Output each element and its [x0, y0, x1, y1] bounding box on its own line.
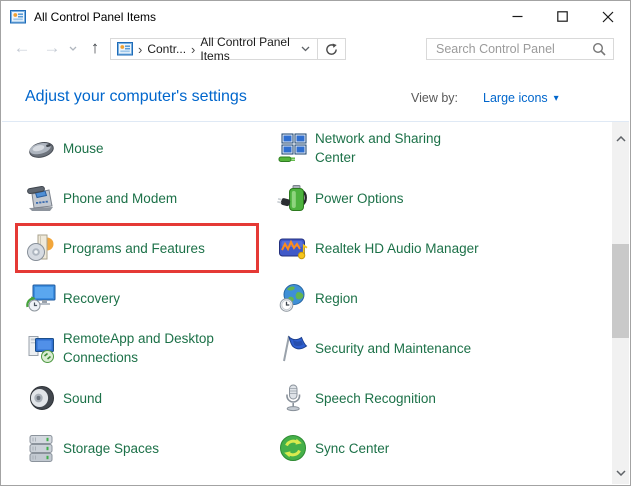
- programs-and-features-icon: [25, 232, 57, 264]
- item-label: Power Options: [315, 190, 404, 206]
- navigation-toolbar: ← → ↑ › Contr... › All Control Panel Ite…: [1, 33, 630, 63]
- maximize-button[interactable]: [540, 1, 585, 32]
- titlebar: All Control Panel Items: [1, 1, 630, 32]
- breadcrumb-segment-all-items[interactable]: All Control Panel Items: [200, 35, 294, 63]
- sound-icon: [25, 382, 57, 414]
- chevron-down-icon[interactable]: ▾: [554, 93, 559, 104]
- maximize-icon: [557, 11, 568, 22]
- item-region[interactable]: Region: [277, 273, 607, 323]
- view-by-control: View by: Large icons ▾: [411, 91, 559, 105]
- search-box: [426, 38, 614, 60]
- power-options-icon: [277, 182, 309, 214]
- chevron-down-icon: [301, 46, 310, 52]
- breadcrumb-separator: ›: [191, 41, 196, 57]
- network-sharing-icon: [277, 132, 309, 164]
- page-header: Adjust your computer's settings View by:…: [1, 81, 630, 119]
- control-panel-icon: [10, 9, 26, 25]
- item-recovery[interactable]: Recovery: [25, 273, 260, 323]
- mouse-icon: [25, 132, 57, 164]
- address-dropdown-button[interactable]: [294, 46, 317, 52]
- region-icon: [277, 282, 309, 314]
- item-label: Security and Maintenance: [315, 340, 472, 356]
- item-storage-spaces[interactable]: Storage Spaces: [25, 423, 260, 473]
- breadcrumb-segment-control-panel[interactable]: Contr...: [147, 42, 186, 56]
- vertical-scrollbar[interactable]: [612, 122, 629, 484]
- breadcrumb-separator: ›: [138, 41, 143, 57]
- item-label: Region: [315, 290, 358, 306]
- item-phone-and-modem[interactable]: Phone and Modem: [25, 173, 260, 223]
- remoteapp-icon: [25, 332, 57, 364]
- storage-spaces-icon: [25, 432, 57, 464]
- item-power-options[interactable]: Power Options: [277, 173, 607, 223]
- scrollbar-thumb[interactable]: [612, 244, 629, 338]
- close-button[interactable]: [585, 1, 630, 32]
- chevron-up-icon: [615, 135, 626, 142]
- realtek-audio-icon: [277, 232, 309, 264]
- scroll-up-button[interactable]: [612, 130, 629, 147]
- sync-center-icon: [277, 432, 309, 464]
- security-maintenance-icon: [277, 332, 309, 364]
- scroll-down-button[interactable]: [612, 464, 629, 481]
- item-security-and-maintenance[interactable]: Security and Maintenance: [277, 323, 607, 373]
- control-panel-window: All Control Panel Items ← → ↑ › Contr...…: [0, 0, 631, 486]
- item-label: Recovery: [63, 290, 121, 306]
- item-sync-center[interactable]: Sync Center: [277, 423, 607, 473]
- up-button[interactable]: ↑: [83, 33, 107, 63]
- recovery-icon: [25, 282, 57, 314]
- address-bar-group: › Contr... › All Control Panel Items: [110, 35, 346, 63]
- speech-recognition-icon: [277, 382, 309, 414]
- minimize-icon: [512, 15, 523, 18]
- item-label: Storage Spaces: [63, 440, 160, 456]
- search-input[interactable]: [427, 39, 596, 59]
- item-label: Network and Sharing Center: [315, 131, 442, 165]
- search-icon[interactable]: [592, 42, 606, 61]
- refresh-button[interactable]: [318, 38, 346, 60]
- address-bar[interactable]: › Contr... › All Control Panel Items: [110, 35, 318, 63]
- recent-pages-dropdown[interactable]: [65, 33, 81, 63]
- forward-button[interactable]: →: [41, 33, 63, 63]
- item-label: Speech Recognition: [315, 390, 436, 406]
- item-programs-and-features[interactable]: Programs and Features: [25, 223, 260, 273]
- view-by-label: View by:: [411, 91, 459, 105]
- refresh-icon: [326, 42, 337, 55]
- item-label: Realtek HD Audio Manager: [315, 240, 479, 256]
- window-controls: [495, 1, 630, 32]
- item-label: Programs and Features: [63, 240, 205, 256]
- chevron-down-icon: [69, 46, 77, 51]
- back-button[interactable]: ←: [11, 33, 33, 63]
- minimize-button[interactable]: [495, 1, 540, 32]
- control-panel-icon: [117, 41, 133, 57]
- item-mouse[interactable]: Mouse: [25, 123, 260, 173]
- chevron-down-icon: [615, 469, 626, 476]
- item-label: Sound: [63, 390, 103, 406]
- item-label: Sync Center: [315, 440, 390, 456]
- item-label: Mouse: [63, 140, 104, 156]
- item-label: RemoteApp and Desktop Connections: [63, 331, 214, 365]
- item-realtek-hd-audio-manager[interactable]: Realtek HD Audio Manager: [277, 223, 607, 273]
- items-panel: Mouse Network and Sharing Center Phone a…: [2, 121, 629, 484]
- item-label: Phone and Modem: [63, 190, 178, 206]
- item-speech-recognition[interactable]: Speech Recognition: [277, 373, 607, 423]
- window-title: All Control Panel Items: [34, 9, 157, 24]
- page-title: Adjust your computer's settings: [25, 88, 247, 105]
- view-by-dropdown[interactable]: Large icons: [483, 91, 548, 105]
- item-network-and-sharing-center[interactable]: Network and Sharing Center: [277, 123, 607, 173]
- item-remoteapp-and-desktop-connections[interactable]: RemoteApp and Desktop Connections: [25, 323, 260, 373]
- phone-icon: [25, 182, 57, 214]
- item-sound[interactable]: Sound: [25, 373, 260, 423]
- close-icon: [602, 11, 613, 22]
